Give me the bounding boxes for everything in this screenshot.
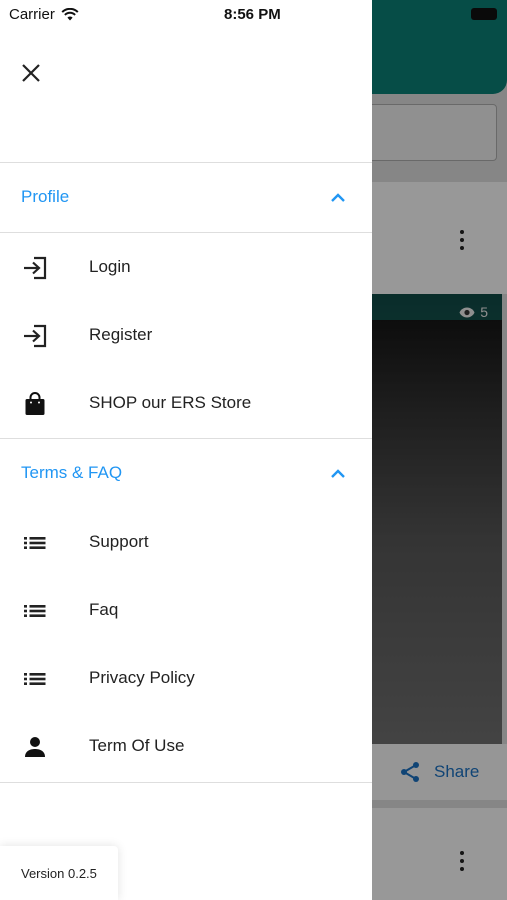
menu-item-register[interactable]: Register (0, 301, 372, 369)
section-title: Profile (21, 187, 70, 206)
menu-item-label: Register (89, 325, 153, 344)
menu-item-privacy-policy[interactable]: Privacy Policy (0, 644, 372, 712)
version-label: Version 0.2.5 (21, 866, 97, 881)
section-title: Terms & FAQ (21, 463, 123, 482)
list-icon (24, 605, 46, 617)
shopping-bag-icon (25, 392, 45, 415)
login-icon (24, 324, 47, 348)
status-bar: Carrier 8:56 PM (0, 0, 372, 28)
menu-item-faq[interactable]: Faq (0, 576, 372, 644)
profile-section-header[interactable]: Profile (0, 163, 372, 231)
carrier-label: Carrier (9, 6, 55, 23)
menu-item-label: Login (89, 257, 131, 276)
chevron-up-icon[interactable] (330, 191, 346, 203)
close-icon[interactable] (18, 60, 44, 86)
version-badge: Version 0.2.5 (0, 846, 118, 900)
divider (0, 782, 372, 783)
chevron-up-icon[interactable] (330, 467, 346, 479)
list-icon (24, 673, 46, 685)
menu-item-label: Term Of Use (89, 736, 185, 755)
menu-item-term-of-use[interactable]: Term Of Use (0, 712, 372, 780)
person-icon (25, 737, 45, 757)
menu-item-shop[interactable]: SHOP our ERS Store (0, 369, 372, 437)
menu-item-support[interactable]: Support (0, 508, 372, 576)
list-icon (24, 537, 46, 549)
wifi-icon (61, 8, 79, 21)
menu-item-label: Faq (89, 600, 119, 619)
menu-item-label: SHOP our ERS Store (89, 393, 252, 412)
menu-item-label: Support (89, 532, 149, 551)
menu-item-login[interactable]: Login (0, 233, 372, 301)
clock: 8:56 PM (224, 6, 281, 23)
navigation-drawer: Carrier 8:56 PM Profile Login Register S… (0, 0, 372, 900)
login-icon (24, 256, 47, 280)
terms-section-header[interactable]: Terms & FAQ (0, 439, 372, 507)
menu-item-label: Privacy Policy (89, 668, 195, 687)
